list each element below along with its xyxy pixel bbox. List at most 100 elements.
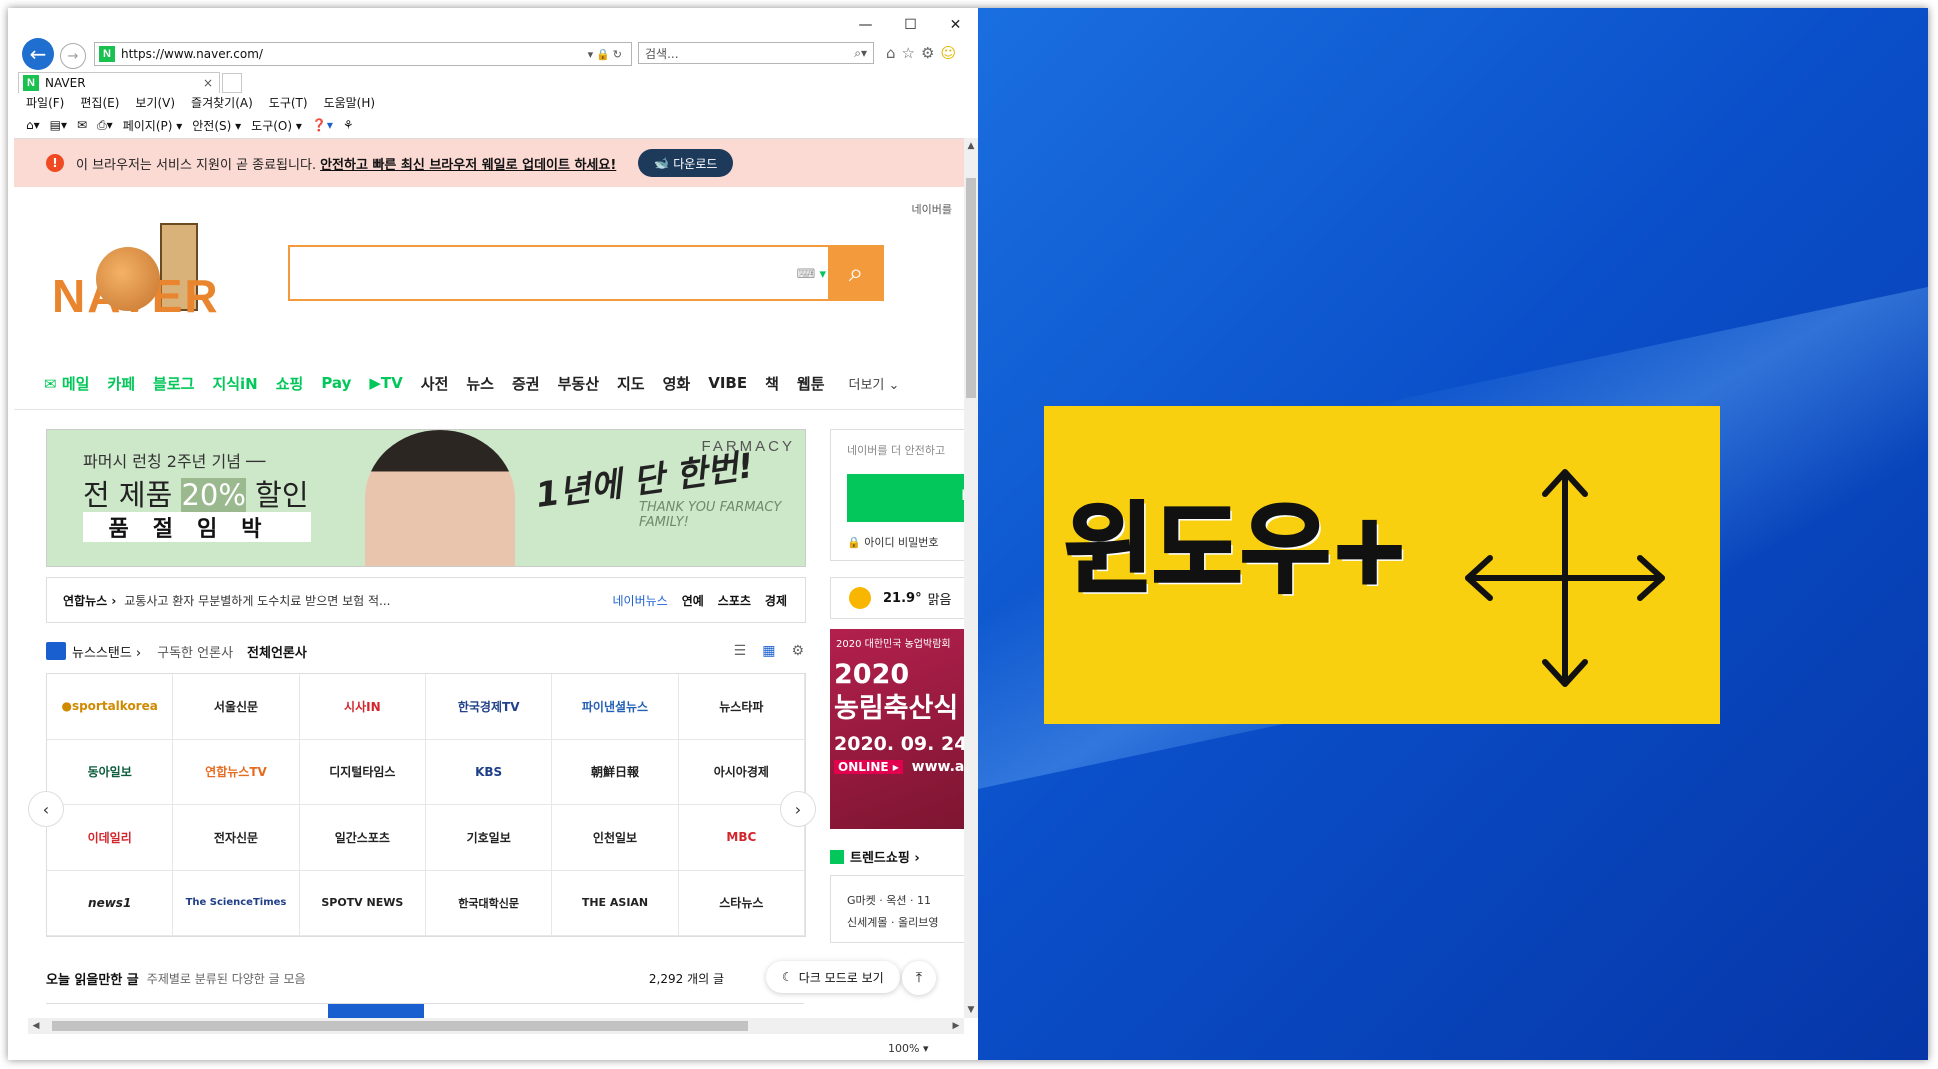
weather-widget[interactable]: 21.9° 맑음 (830, 577, 964, 619)
newsstand-subscribed[interactable]: 구독한 언론사 (157, 642, 233, 661)
new-tab-button[interactable] (222, 73, 242, 93)
scroll-right-icon[interactable]: ▶ (948, 1018, 964, 1034)
outlet-cell[interactable]: 朝鮮日報 (552, 739, 679, 805)
nav-stock[interactable]: 증권 (512, 373, 540, 394)
forward-button[interactable]: → (60, 43, 86, 69)
news-source[interactable]: 연합뉴스 › (63, 592, 116, 609)
outlet-cell[interactable]: 일간스포츠 (299, 805, 426, 871)
outlet-cell[interactable]: 한국경제TV (426, 674, 553, 740)
news-tab-sports[interactable]: 스포츠 (718, 592, 751, 609)
news-tab-economy[interactable]: 경제 (765, 592, 787, 609)
keyboard-icon[interactable]: ⌨ ▾ (797, 267, 826, 282)
outlet-cell[interactable]: KBS (426, 739, 553, 805)
newsstand-next-button[interactable]: › (780, 791, 816, 827)
nav-news[interactable]: 뉴스 (466, 373, 494, 394)
outlet-cell[interactable]: 파이낸셜뉴스 (552, 674, 679, 740)
outlet-cell[interactable]: 시사IN (299, 674, 426, 740)
newsstand-prev-button[interactable]: ‹ (28, 791, 64, 827)
outlet-cell[interactable]: 이데일리 (47, 805, 174, 871)
trend-shopping-title[interactable]: 트렌드쇼핑 › (830, 847, 964, 866)
close-button[interactable]: ✕ (933, 12, 978, 38)
cmd-safety[interactable]: 안전(S) ▾ (192, 117, 241, 134)
dark-mode-button[interactable]: ☾ 다크 모드로 보기 (766, 961, 900, 993)
cmd-page[interactable]: 페이지(P) ▾ (123, 117, 183, 134)
menu-tools[interactable]: 도구(T) (269, 94, 308, 111)
outlet-cell[interactable]: 스타뉴스 (678, 870, 805, 936)
scroll-up-icon[interactable]: ▲ (964, 138, 978, 154)
naver-search-input[interactable]: ⌨ ▾ (288, 245, 882, 301)
login-links[interactable]: 🔒 아이디 비밀번호 (847, 534, 939, 550)
settings-gear-icon[interactable]: ⚙ (791, 643, 804, 659)
outlet-cell[interactable]: 인천일보 (552, 805, 679, 871)
naver-search-button[interactable]: ⌕ (828, 245, 884, 301)
nav-vibe[interactable]: VIBE (708, 374, 747, 392)
nav-pay[interactable]: Pay (321, 374, 351, 392)
news-headline[interactable]: 교통사고 환자 무분별하게 도수치료 받으면 보험 적... (124, 592, 390, 609)
minimize-button[interactable]: — (843, 12, 888, 38)
nav-book[interactable]: 책 (765, 373, 779, 394)
outlet-cell[interactable]: 한국대학신문 (426, 870, 553, 936)
newsstand-title[interactable]: 뉴스스탠드 › (72, 642, 141, 661)
scroll-left-icon[interactable]: ◀ (28, 1018, 44, 1034)
zoom-level[interactable]: 100% ▾ (888, 1042, 928, 1055)
menu-file[interactable]: 파일(F) (26, 94, 64, 111)
nav-dictionary[interactable]: 사전 (421, 373, 449, 394)
print-icon[interactable]: ⎙▾ (97, 118, 113, 133)
nav-map[interactable]: 지도 (617, 373, 645, 394)
nav-realestate[interactable]: 부동산 (558, 373, 599, 394)
login-button[interactable]: N (847, 474, 964, 522)
outlet-cell[interactable]: THE ASIAN (552, 870, 679, 936)
back-button[interactable]: ← (22, 38, 54, 70)
address-bar-icons[interactable]: ▾🔒↻ (588, 48, 625, 61)
outlet-cell[interactable]: SPOTV NEWS (299, 870, 426, 936)
outlet-cell[interactable]: 뉴스타파 (678, 674, 805, 740)
address-bar[interactable]: N https://www.naver.com/ ▾🔒↻ (94, 42, 632, 66)
nav-cafe[interactable]: 카페 (107, 373, 135, 394)
outlet-cell[interactable]: 동아일보 (47, 739, 174, 805)
search-icon[interactable]: ⌕▾ (854, 46, 867, 61)
nav-shopping[interactable]: 쇼핑 (276, 373, 304, 394)
menu-edit[interactable]: 편집(E) (80, 94, 119, 111)
notice-link[interactable]: 안전하고 빠른 최신 브라우저 웨일로 업데이트 하세요! (320, 154, 616, 173)
feeds-icon[interactable]: ▤▾ (50, 118, 67, 132)
nav-tv[interactable]: ▶TV (369, 374, 402, 392)
outlet-cell[interactable]: 디지털타임스 (299, 739, 426, 805)
newsstand-all[interactable]: 전체언론사 (247, 642, 307, 661)
nav-movie[interactable]: 영화 (663, 373, 691, 394)
scroll-down-icon[interactable]: ▼ (964, 1002, 978, 1018)
nav-blog[interactable]: 블로그 (153, 373, 194, 394)
nav-more[interactable]: 더보기 ⌄ (849, 374, 900, 393)
horizontal-scrollbar[interactable]: ◀ ▶ (28, 1018, 964, 1034)
nav-mail[interactable]: ✉ 메일 (44, 373, 89, 394)
outlet-cell[interactable]: news1 (47, 870, 174, 936)
today-read-active-tab[interactable] (328, 1004, 424, 1019)
side-ad[interactable]: 2020 대한민국 농업박람회 2020 농림축산식 2020. 09. 24(… (830, 629, 964, 829)
nav-kin[interactable]: 지식iN (212, 373, 257, 394)
home-icon[interactable]: ⌂ (886, 44, 896, 62)
top-link[interactable]: 네이버를 (912, 201, 952, 217)
naver-logo[interactable]: NAVER (52, 211, 222, 322)
outlet-cell[interactable]: 기호일보 (426, 805, 553, 871)
scroll-thumb[interactable] (966, 178, 976, 398)
tab-naver[interactable]: N NAVER × (18, 72, 220, 93)
grid-view-icon[interactable]: ▦ (762, 643, 775, 659)
feedback-smiley-icon[interactable]: ☺ (940, 44, 956, 62)
settings-gear-icon[interactable]: ⚙ (921, 44, 934, 62)
download-button[interactable]: 🐋 다운로드 (638, 149, 734, 177)
maximize-button[interactable]: ☐ (888, 12, 933, 38)
vertical-scrollbar[interactable]: ▲ ▼ (964, 138, 978, 1018)
cmd-tools[interactable]: 도구(O) ▾ (251, 117, 302, 134)
list-view-icon[interactable]: ☰ (734, 643, 747, 659)
news-tab-naver[interactable]: 네이버뉴스 (612, 592, 667, 609)
menu-view[interactable]: 보기(V) (135, 94, 175, 111)
browser-search-box[interactable]: 검색... ⌕▾ (638, 42, 874, 64)
outlet-cell[interactable]: 전자신문 (173, 805, 300, 871)
trend-row[interactable]: 신세계몰 · 올리브영 (847, 914, 938, 930)
menu-favorites[interactable]: 즐겨찾기(A) (191, 94, 253, 111)
favorites-star-icon[interactable]: ☆ (902, 44, 915, 62)
help-icon[interactable]: ❓▾ (312, 118, 333, 132)
outlet-cell[interactable]: 연합뉴스TV (173, 739, 300, 805)
scroll-top-button[interactable]: ⤒ (902, 961, 936, 995)
mail-icon[interactable]: ✉ (77, 118, 87, 132)
outlet-cell[interactable]: 서울신문 (173, 674, 300, 740)
